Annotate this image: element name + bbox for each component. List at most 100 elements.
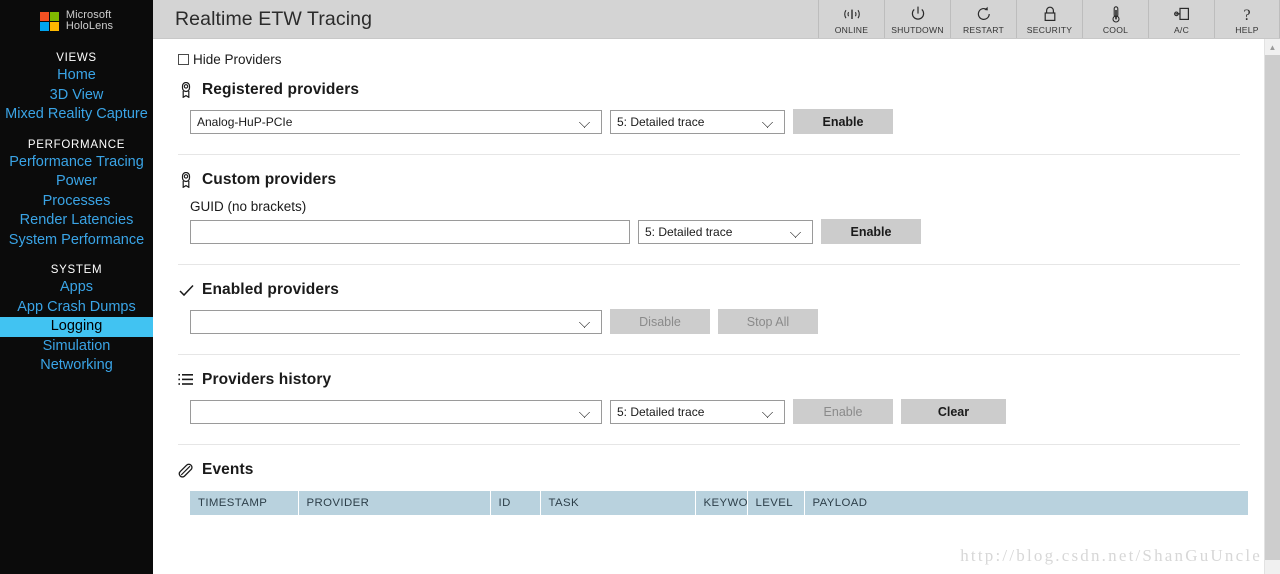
app-root: Microsoft HoloLens VIEWS Home 3D View Mixed… bbox=[0, 0, 1280, 574]
vertical-scrollbar[interactable]: ▲ bbox=[1264, 39, 1280, 574]
custom-providers-controls: 5: Detailed trace Enable bbox=[178, 219, 1240, 244]
divider-1 bbox=[178, 154, 1240, 155]
history-provider-select[interactable] bbox=[190, 399, 602, 424]
toolbar-button-label: ONLINE bbox=[834, 24, 869, 35]
toolbar-button-cool[interactable]: COOL bbox=[1082, 0, 1148, 38]
sidebar-item-home[interactable]: Home bbox=[0, 66, 153, 86]
events-table: TIMESTAMPPROVIDERIDTASKKEYWO...LEVELPAYL… bbox=[190, 491, 1248, 515]
refresh-icon bbox=[976, 6, 992, 23]
events-heading: Events bbox=[178, 461, 1240, 479]
toolbar-button-restart[interactable]: RESTART bbox=[950, 0, 1016, 38]
custom-providers-title: Custom providers bbox=[202, 171, 337, 188]
custom-providers-heading: Custom providers bbox=[178, 171, 1240, 189]
scrollbar-thumb[interactable] bbox=[1265, 55, 1280, 560]
guid-input[interactable] bbox=[190, 219, 630, 244]
microsoft-logo-icon bbox=[39, 11, 59, 31]
sidebar-item-logging[interactable]: Logging bbox=[0, 317, 153, 337]
main-pane: Realtime ETW Tracing ONLINE SHUTDOWN RESTA… bbox=[153, 0, 1280, 574]
events-column-header[interactable]: KEYWO... bbox=[695, 491, 748, 515]
toolbar-button-label: SECURITY bbox=[1026, 24, 1073, 35]
check-icon bbox=[178, 282, 194, 299]
wifi-icon bbox=[843, 6, 861, 23]
sidebar-item-power[interactable]: Power bbox=[0, 172, 153, 192]
toolbar-button-shutdown[interactable]: SHUTDOWN bbox=[884, 0, 950, 38]
sidebar-item-simulation[interactable]: Simulation bbox=[0, 337, 153, 357]
brand-text: Microsoft HoloLens bbox=[65, 9, 114, 33]
sidebar-item-performance-tracing[interactable]: Performance Tracing bbox=[0, 153, 153, 173]
custom-enable-button[interactable]: Enable bbox=[821, 219, 921, 244]
registered-provider-select[interactable]: Analog-HuP-PCIe bbox=[190, 109, 602, 134]
divider-3 bbox=[178, 354, 1240, 355]
toolbar-button-label: COOL bbox=[1102, 24, 1129, 35]
sidebar-item-mixed-reality-capture[interactable]: Mixed Reality Capture bbox=[0, 105, 153, 125]
disable-button[interactable]: Disable bbox=[610, 309, 710, 334]
custom-level-select[interactable]: 5: Detailed trace bbox=[638, 219, 813, 244]
hide-providers-checkbox[interactable] bbox=[178, 54, 189, 65]
events-column-header[interactable]: TIMESTAMP bbox=[190, 491, 299, 515]
toolbar-button-online[interactable]: ONLINE bbox=[818, 0, 884, 38]
registered-level-select[interactable]: 5: Detailed trace bbox=[610, 109, 785, 134]
events-column-header[interactable]: PROVIDER bbox=[298, 491, 491, 515]
question-icon: ? bbox=[1240, 6, 1254, 23]
hide-providers-label: Hide Providers bbox=[193, 52, 282, 67]
registered-enable-button[interactable]: Enable bbox=[793, 109, 893, 134]
events-table-header-row: TIMESTAMPPROVIDERIDTASKKEYWO...LEVELPAYL… bbox=[190, 491, 1248, 515]
toolbar-button-a-c[interactable]: A/C bbox=[1148, 0, 1214, 38]
providers-history-heading: Providers history bbox=[178, 371, 1240, 389]
sidebar-item-3d-view[interactable]: 3D View bbox=[0, 86, 153, 106]
toolbar-button-help[interactable]: ? HELP bbox=[1214, 0, 1280, 38]
history-clear-button[interactable]: Clear bbox=[901, 399, 1006, 424]
events-column-header[interactable]: PAYLOAD bbox=[804, 491, 1248, 515]
plug-icon bbox=[1173, 6, 1190, 23]
sidebar-item-system-performance[interactable]: System Performance bbox=[0, 231, 153, 251]
brand-line-2: HoloLens bbox=[65, 20, 114, 32]
sidebar-item-render-latencies[interactable]: Render Latencies bbox=[0, 211, 153, 231]
sidebar-nav: VIEWS Home 3D View Mixed Reality Capture PER… bbox=[0, 52, 153, 376]
content-scroll-area: Hide Providers Registered providers Anal… bbox=[153, 39, 1280, 574]
provider-badge-icon bbox=[178, 82, 194, 99]
hide-providers-row[interactable]: Hide Providers bbox=[178, 52, 1240, 67]
sidebar-item-networking[interactable]: Networking bbox=[0, 356, 153, 376]
events-column-header[interactable]: TASK bbox=[540, 491, 696, 515]
sidebar-item-apps[interactable]: Apps bbox=[0, 278, 153, 298]
sidebar-item-processes[interactable]: Processes bbox=[0, 192, 153, 212]
sidebar: Microsoft HoloLens VIEWS Home 3D View Mixed… bbox=[0, 0, 153, 574]
events-table-wrap: TIMESTAMPPROVIDERIDTASKKEYWO...LEVELPAYL… bbox=[178, 491, 1248, 515]
brand-logo: Microsoft HoloLens bbox=[0, 0, 153, 38]
history-enable-button[interactable]: Enable bbox=[793, 399, 893, 424]
tag-icon bbox=[178, 462, 194, 479]
toolbar-button-label: HELP bbox=[1235, 24, 1259, 35]
watermark-text: http://blog.csdn.net/ShanGuUncle bbox=[960, 546, 1262, 565]
sidebar-group-title: SYSTEM bbox=[50, 264, 103, 276]
providers-history-controls: 5: Detailed trace Enable Clear bbox=[178, 399, 1240, 424]
toolbar-button-security[interactable]: SECURITY bbox=[1016, 0, 1082, 38]
enabled-providers-heading: Enabled providers bbox=[178, 281, 1240, 299]
stop-all-button[interactable]: Stop All bbox=[718, 309, 818, 334]
enabled-provider-select[interactable] bbox=[190, 309, 602, 334]
sidebar-item-app-crash-dumps[interactable]: App Crash Dumps bbox=[0, 298, 153, 318]
lock-icon bbox=[1043, 6, 1057, 23]
divider-4 bbox=[178, 444, 1240, 445]
enabled-providers-title: Enabled providers bbox=[202, 281, 339, 298]
toolbar-buttons: ONLINE SHUTDOWN RESTART SECURITY COOL A/C? HEL… bbox=[818, 0, 1280, 38]
power-icon bbox=[910, 6, 926, 23]
enabled-providers-controls: Disable Stop All bbox=[178, 309, 1240, 334]
registered-providers-title: Registered providers bbox=[202, 81, 360, 98]
divider-2 bbox=[178, 264, 1240, 265]
events-column-header[interactable]: ID bbox=[490, 491, 541, 515]
list-icon bbox=[178, 372, 194, 389]
scroll-up-arrow-icon[interactable]: ▲ bbox=[1265, 39, 1280, 55]
sidebar-group-title: PERFORMANCE bbox=[27, 138, 126, 151]
sidebar-group-title: VIEWS bbox=[56, 52, 97, 64]
history-level-select[interactable]: 5: Detailed trace bbox=[610, 399, 785, 424]
top-toolbar: Realtime ETW Tracing ONLINE SHUTDOWN RESTA… bbox=[153, 0, 1280, 39]
toolbar-button-label: RESTART bbox=[962, 24, 1005, 35]
guid-field-label: GUID (no brackets) bbox=[190, 199, 307, 214]
provider-badge-icon bbox=[178, 172, 194, 189]
providers-history-title: Providers history bbox=[202, 371, 332, 388]
events-title: Events bbox=[202, 461, 254, 478]
thermometer-icon bbox=[1110, 5, 1122, 23]
page-title: Realtime ETW Tracing bbox=[175, 7, 373, 30]
events-column-header[interactable]: LEVEL bbox=[747, 491, 805, 515]
toolbar-button-label: A/C bbox=[1173, 24, 1190, 35]
